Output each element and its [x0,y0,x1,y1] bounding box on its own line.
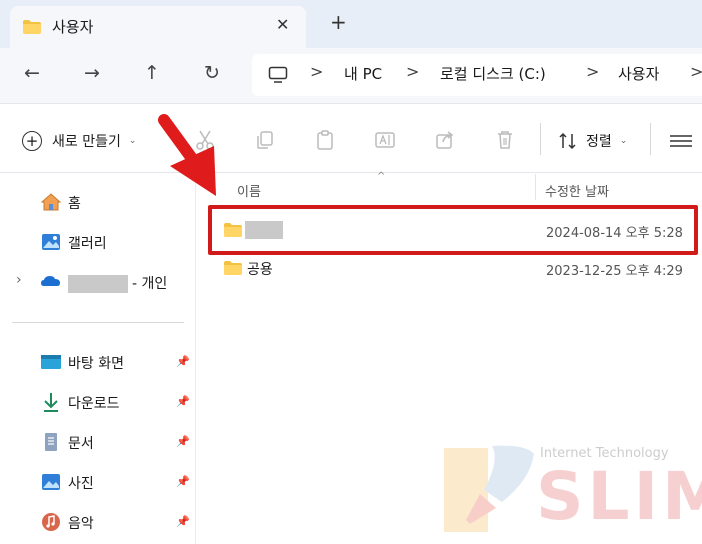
sidebar-item-documents[interactable]: 문서 📌 [0,422,196,462]
back-button[interactable]: ← [24,62,40,84]
toolbar-divider [650,123,651,155]
expand-chevron-icon[interactable]: › [16,272,22,288]
pin-icon[interactable]: 📌 [176,395,190,408]
tab-title: 사용자 [52,18,94,36]
address-bar[interactable]: > 내 PC > 로컬 디스크 (C:) > 사용자 > [252,54,702,96]
pin-icon[interactable]: 📌 [176,515,190,528]
home-icon [40,193,62,211]
paste-button[interactable] [312,127,338,153]
file-name: 공용 [247,262,273,278]
desktop-icon [41,355,61,369]
forward-button[interactable]: → [84,62,100,84]
view-lines-icon[interactable] [670,135,692,147]
music-icon [42,513,60,531]
sidebar-item-label: 홈 [68,196,81,212]
tab-close-button[interactable]: ✕ [276,15,289,34]
sidebar-item-label: 갤러리 [68,236,107,252]
copy-icon [257,131,273,149]
delete-button[interactable] [492,127,518,153]
download-icon [44,393,58,412]
folder-icon [23,20,41,34]
up-button[interactable]: ↑ [144,62,160,84]
rename-button[interactable] [372,127,398,153]
watermark-title: SLIM [536,458,702,535]
rocket-logo-icon [444,445,534,532]
sort-indicator-icon: ^ [377,171,386,182]
sidebar-item-music[interactable]: 음악 📌 [0,502,196,542]
column-header-date-modified[interactable]: 수정한 날짜 [545,181,609,200]
new-button-label: 새로 만들기 [52,134,121,150]
file-row[interactable]: 공용 2023-12-25 오후 4:29 [211,252,702,284]
toolbar-divider [540,123,541,155]
onedrive-icon [41,276,60,286]
breadcrumb-this-pc[interactable]: 내 PC [344,63,382,84]
navigation-bar: ← → ↑ ↻ > 내 PC > 로컬 디스크 (C:) > 사용자 > [0,48,702,104]
copy-button[interactable] [252,127,278,153]
pin-icon[interactable]: 📌 [176,355,190,368]
refresh-button[interactable]: ↻ [204,62,220,84]
sidebar-divider [12,322,184,323]
chevron-down-icon: ⌄ [128,136,137,146]
tab-bar: 사용자 ✕ + [0,0,702,48]
trash-icon [498,131,512,149]
sort-button[interactable]: 정렬 ⌄ [558,129,627,153]
file-date-modified: 2023-12-25 오후 4:29 [546,264,683,279]
gallery-icon [42,234,60,250]
sidebar-item-label: 다운로드 [68,396,120,412]
breadcrumb-separator: > [586,62,600,81]
sort-icon [559,132,576,150]
sidebar-item-label: 바탕 화면 [68,356,124,372]
sidebar-item-label: - 개인 [68,273,167,293]
file-explorer-window: 사용자 ✕ + ← → ↑ ↻ > 내 PC > 로컬 디스크 (C:) > 사… [0,0,702,544]
share-button[interactable] [432,127,458,153]
sidebar-item-desktop[interactable]: 바탕 화면 📌 [0,342,196,382]
breadcrumb-separator: > [406,62,420,81]
folder-icon [224,261,242,275]
redacted-account-name [68,275,128,293]
share-icon [436,131,454,149]
pictures-icon [42,474,60,490]
breadcrumb-separator: > [310,62,324,81]
sidebar-item-label: 사진 [68,476,94,492]
sidebar-item-label-text: - 개인 [132,276,168,292]
sidebar-item-label: 음악 [68,516,94,532]
rename-icon [375,132,395,148]
column-divider[interactable] [535,174,536,200]
monitor-icon [268,66,288,83]
tab-users[interactable]: 사용자 ✕ [10,6,306,48]
new-tab-button[interactable]: + [330,12,347,32]
plus-icon: + [22,131,42,151]
breadcrumb-separator: > [690,62,702,81]
highlight-box [208,205,698,255]
column-header-name[interactable]: 이름 [237,181,261,200]
sidebar-item-label: 문서 [68,436,94,452]
navigation-pane: 홈 갤러리 › - 개인 바탕 화면 📌 다운로드 📌 문서 📌 사진 📌 음악… [0,174,196,544]
sidebar-item-onedrive[interactable]: › - 개인 [0,262,196,302]
chevron-down-icon: ⌄ [619,136,628,146]
sidebar-item-pictures[interactable]: 사진 📌 [0,462,196,502]
breadcrumb-users[interactable]: 사용자 [618,63,659,84]
pin-icon[interactable]: 📌 [176,435,190,448]
new-button[interactable]: + 새로 만들기 ⌄ [22,129,136,153]
sidebar-item-downloads[interactable]: 다운로드 📌 [0,382,196,422]
command-bar: + 새로 만들기 ⌄ 정렬 ⌄ [0,105,702,173]
sort-label: 정렬 [586,134,612,150]
breadcrumb-local-disk[interactable]: 로컬 디스크 (C:) [440,63,546,84]
red-arrow-icon [158,114,216,196]
pin-icon[interactable]: 📌 [176,475,190,488]
sidebar-item-gallery[interactable]: 갤러리 [0,222,196,262]
documents-icon [45,433,57,451]
clipboard-icon [317,130,333,150]
